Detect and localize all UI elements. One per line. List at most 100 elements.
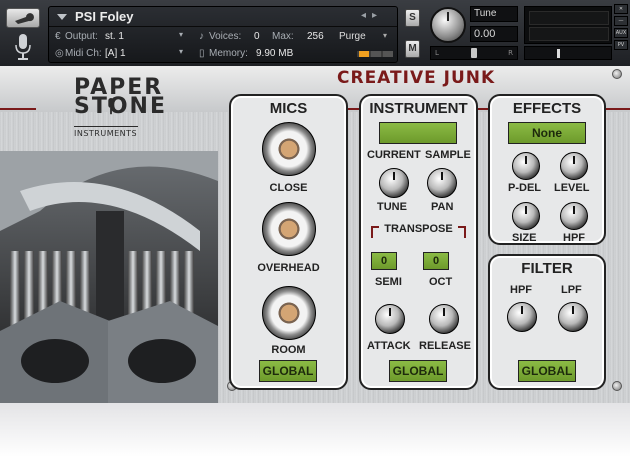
oct-value[interactable]: 0 xyxy=(423,252,449,270)
mics-panel: MICS CLOSE OVERHEAD ROOM GLOBAL xyxy=(229,94,348,390)
max-value[interactable]: 256 xyxy=(307,31,324,42)
attack-label: ATTACK xyxy=(367,340,411,352)
pan-left-label: L xyxy=(435,49,439,57)
tune-knob[interactable] xyxy=(430,7,466,43)
filter-lpf-knob[interactable] xyxy=(558,302,588,332)
mute-button[interactable]: M xyxy=(405,40,420,58)
pan-knob[interactable] xyxy=(427,168,457,198)
instrument-header-panel: PSI Foley ◂▸ € Output: st. 1 ▾ ♪ Voices:… xyxy=(48,6,398,63)
semi-value[interactable]: 0 xyxy=(371,252,397,270)
filter-global-button[interactable]: GLOBAL xyxy=(518,360,576,382)
overhead-label: OVERHEAD xyxy=(257,262,320,274)
filter-hpf-label: HPF xyxy=(510,284,532,296)
red-divider-left xyxy=(0,108,36,110)
pan-handle[interactable] xyxy=(471,48,477,58)
level-label: LEVEL xyxy=(554,182,590,194)
max-label: Max: xyxy=(272,31,294,42)
instrument-panel: INSTRUMENT CURRENT SAMPLE TUNE PAN TRANS… xyxy=(359,94,478,390)
instrument-global-button[interactable]: GLOBAL xyxy=(389,360,447,382)
midi-label: Midi Ch: xyxy=(65,48,102,59)
brand-sub: INSTRUMENTS xyxy=(74,129,138,138)
pv-button[interactable]: PV xyxy=(614,40,628,50)
pan-label: PAN xyxy=(431,201,454,213)
overhead-mic-knob[interactable] xyxy=(262,202,316,256)
screw-icon xyxy=(612,69,622,79)
brand-divider xyxy=(74,126,138,127)
screw-icon xyxy=(612,381,622,391)
effects-title: EFFECTS xyxy=(512,100,582,117)
sample-display[interactable] xyxy=(379,122,457,144)
size-label: SIZE xyxy=(512,232,537,244)
pdel-label: P-DEL xyxy=(508,182,541,194)
wrench-button[interactable] xyxy=(6,8,40,28)
midi-icon: ◎ xyxy=(55,48,64,59)
purge-dropdown[interactable]: Purge ▾ xyxy=(339,31,391,45)
voices-label: Voices: xyxy=(209,31,242,42)
output-label: Output: xyxy=(65,31,98,42)
instrument-name-row: PSI Foley ◂▸ xyxy=(49,7,397,27)
filter-panel: FILTER HPF LPF GLOBAL xyxy=(488,254,606,390)
solo-button[interactable]: S xyxy=(405,9,420,27)
memory-label: Memory: xyxy=(209,48,248,59)
level-meter xyxy=(524,6,612,44)
aux-button[interactable]: AUX xyxy=(614,28,628,38)
level-knob[interactable] xyxy=(560,152,588,180)
current-label: CURRENT xyxy=(367,149,421,161)
attack-knob[interactable] xyxy=(375,304,405,334)
close-mic-knob[interactable] xyxy=(262,122,316,176)
effects-panel: EFFECTS None P-DEL LEVEL SIZE HPF xyxy=(488,94,606,245)
instrument-nav-arrows[interactable]: ◂▸ xyxy=(361,10,383,21)
filter-title: FILTER xyxy=(521,260,573,277)
effects-hpf-label: HPF xyxy=(563,232,585,244)
midi-dropdown-icon[interactable]: ▾ xyxy=(179,47,183,56)
tune-label: TUNE xyxy=(377,201,407,213)
collapse-triangle-icon[interactable] xyxy=(57,14,67,20)
filter-hpf-knob[interactable] xyxy=(507,302,537,332)
voices-icon: ♪ xyxy=(199,31,204,42)
voices-value: 0 xyxy=(254,31,260,42)
kontakt-header: PSI Foley ◂▸ € Output: st. 1 ▾ ♪ Voices:… xyxy=(0,0,630,66)
purge-dropdown-icon: ▾ xyxy=(383,31,388,40)
mics-global-button[interactable]: GLOBAL xyxy=(259,360,317,382)
pan-right-label: R xyxy=(508,49,513,57)
output-value[interactable]: st. 1 xyxy=(105,31,124,42)
output-dropdown-icon[interactable]: ▾ xyxy=(179,30,183,39)
minimize-icon[interactable]: — xyxy=(614,16,628,26)
volume-slider[interactable] xyxy=(524,46,612,60)
pan-slider[interactable]: L R xyxy=(430,46,518,60)
tune-value[interactable]: 0.00 xyxy=(470,26,518,42)
purge-meter xyxy=(357,51,393,57)
size-knob[interactable] xyxy=(512,202,540,230)
release-label: RELEASE xyxy=(419,340,471,352)
brand-bottom: STONE xyxy=(74,94,167,119)
output-icon: € xyxy=(55,31,61,42)
room-label: ROOM xyxy=(271,344,306,356)
pdel-knob[interactable] xyxy=(512,152,540,180)
sample-label: SAMPLE xyxy=(425,149,471,161)
instrument-panel-title: INSTRUMENT xyxy=(369,100,468,117)
wrench-icon xyxy=(15,13,34,24)
effects-selector[interactable]: None xyxy=(508,122,586,144)
effects-hpf-knob[interactable] xyxy=(560,202,588,230)
room-mic-knob[interactable] xyxy=(262,286,316,340)
transpose-label: TRANSPOSE xyxy=(384,223,453,235)
filter-lpf-label: LPF xyxy=(561,284,582,296)
mics-title: MICS xyxy=(269,100,308,117)
instrument-body: PAPER STONE INSTRUMENTS CREATIVE JUNK MI… xyxy=(0,66,630,403)
memory-icon: ▯ xyxy=(199,48,205,59)
brand-mic-icon xyxy=(108,98,114,115)
side-buttons: ✕ — AUX PV xyxy=(614,4,628,52)
instrument-name[interactable]: PSI Foley xyxy=(75,9,134,24)
instrument-title: CREATIVE JUNK xyxy=(337,68,496,88)
piano-photo xyxy=(0,151,218,403)
oct-label: OCT xyxy=(429,276,453,288)
semi-label: SEMI xyxy=(375,276,402,288)
tune-knob[interactable] xyxy=(379,168,409,198)
memory-value: 9.90 MB xyxy=(256,48,294,59)
midi-value[interactable]: [A] 1 xyxy=(105,48,126,59)
close-icon[interactable]: ✕ xyxy=(614,4,628,14)
release-knob[interactable] xyxy=(429,304,459,334)
tune-label: Tune xyxy=(470,6,518,22)
reflection xyxy=(0,403,630,457)
volume-handle[interactable] xyxy=(557,49,560,58)
